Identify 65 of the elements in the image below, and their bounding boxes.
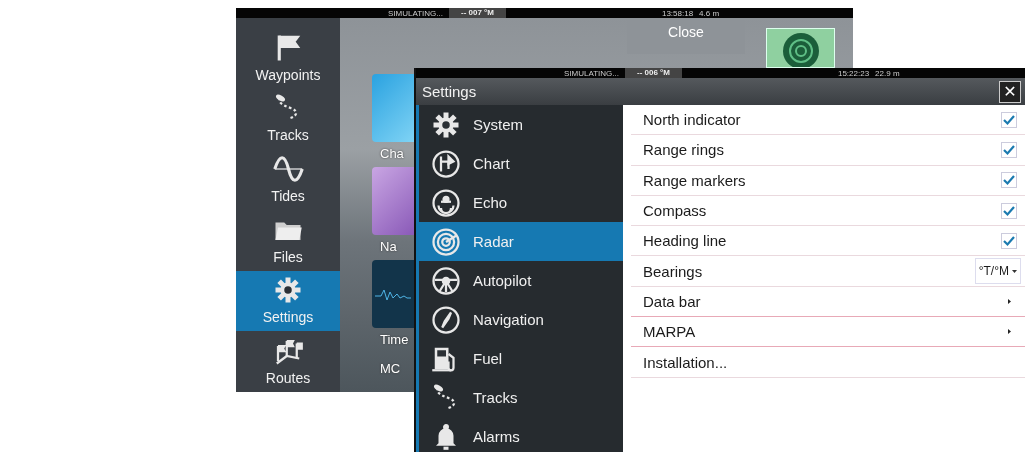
close-button[interactable]: ✕ [999,80,1021,103]
row-label: Installation... [643,353,728,371]
settings-menu-item[interactable]: Chart [419,144,623,183]
row-label: Data bar [643,292,701,310]
caret-icon [1012,269,1017,273]
checkbox[interactable] [1001,232,1017,249]
chart-app-tile[interactable] [372,74,414,142]
settings-row[interactable]: Range markers [631,165,1025,196]
simulating-label: SIMULATING... [388,8,443,18]
row-label: Range rings [643,141,724,159]
row-label: Compass [643,202,707,220]
settings-menu-item[interactable]: Radar [419,222,623,261]
sidebar-item[interactable]: Settings [236,270,340,332]
settings-row[interactable]: Compass [631,195,1025,227]
settings-menu-item[interactable]: Echo [419,183,623,222]
depth-readout: 22.9 m [875,68,900,78]
tile-label: MC [380,360,401,378]
row-label: Range markers [643,171,746,189]
echo-sounder-icon [431,187,461,218]
sidebar-item[interactable]: Tides [236,149,340,210]
time-plot-app-tile[interactable] [372,260,414,328]
settings-menu-item[interactable]: Alarms [419,417,623,452]
checkbox[interactable] [1001,172,1017,189]
settings-menu-item[interactable]: Fuel [419,339,623,378]
settings-menu-item[interactable]: Navigation [419,300,623,339]
settings-row[interactable]: Data bar [631,286,1025,318]
settings-row[interactable]: North indicator [631,105,1025,136]
sidebar-item[interactable]: Files [236,210,340,271]
steering-wheel-icon [431,265,461,296]
settings-row[interactable]: Bearings °T/°M [631,256,1025,287]
checkbox[interactable] [1001,202,1017,219]
simulating-label: SIMULATING... [564,68,619,78]
tile-label: Na [380,238,397,256]
checkbox[interactable] [1001,111,1017,128]
row-label: Bearings [643,262,703,280]
settings-row[interactable]: Heading line [631,226,1025,257]
tile-label: Cha [380,145,404,163]
heading-readout: -- 007 °M [448,8,506,18]
compass-icon [431,304,461,335]
sidebar-item[interactable]: Tracks [236,88,340,150]
sidebar-item[interactable]: Waypoints [236,28,340,89]
settings-row[interactable]: MARPA [631,317,1025,348]
radar-app-tile[interactable] [766,28,835,68]
navigation-app-tile[interactable] [372,167,414,235]
settings-row[interactable]: Range rings [631,135,1025,166]
heading-readout: -- 006 °M [624,68,682,78]
submenu-arrow-icon [1008,329,1011,335]
checkbox[interactable] [1001,141,1017,158]
settings-icon [273,275,303,306]
window-title: Settings [422,83,477,100]
row-label: MARPA [643,323,696,341]
bearings-dropdown[interactable]: °T/°M [974,258,1021,285]
settings-menu-item[interactable]: Tracks [419,378,623,417]
settings-menu-item[interactable]: System [419,105,623,144]
settings-row[interactable]: Installation... [631,347,1025,378]
time-readout: 13:58:18 [661,8,694,18]
row-label: North indicator [643,111,741,129]
settings-menu-item[interactable]: Autopilot [419,261,623,300]
sidebar-item[interactable]: Routes [236,331,340,393]
row-label: Heading line [643,232,727,250]
submenu-arrow-icon [1008,298,1011,304]
time-readout: 15:22:23 [837,68,870,78]
tile-label: Time [380,331,409,349]
depth-readout: 4.6 m [699,8,720,18]
radar-icon [431,226,461,257]
